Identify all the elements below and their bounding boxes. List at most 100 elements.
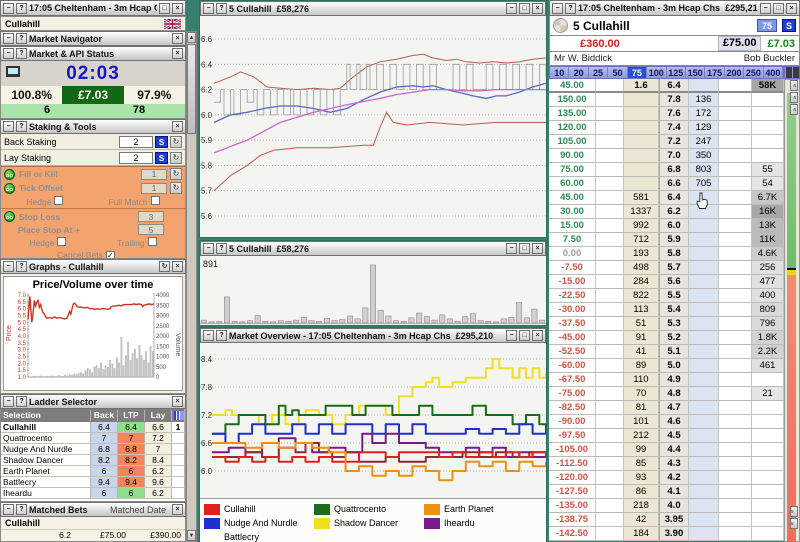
lay-amount-cell[interactable]: [689, 289, 719, 303]
back-amount-cell[interactable]: [624, 107, 659, 121]
matched-date-label[interactable]: Matched Date: [110, 505, 166, 515]
lay-amount-cell[interactable]: [689, 415, 719, 429]
lay-amount-cell[interactable]: [689, 219, 719, 233]
lay-amount-cell[interactable]: [689, 205, 719, 219]
tick-offset-input[interactable]: [141, 183, 167, 194]
back-amount-cell[interactable]: [624, 93, 659, 107]
spacer-cell[interactable]: [719, 191, 752, 205]
lay-amount-cell[interactable]: [689, 359, 719, 373]
lay-amount-cell[interactable]: [689, 471, 719, 485]
lay-amount-cell[interactable]: [689, 401, 719, 415]
header-back[interactable]: Back: [91, 410, 118, 421]
back-amount-cell[interactable]: 212: [624, 429, 659, 443]
minimize-icon[interactable]: −: [203, 330, 214, 341]
header-ltp[interactable]: LTP: [118, 410, 145, 421]
spacer-cell[interactable]: [719, 485, 752, 499]
lay-amount-cell[interactable]: [689, 79, 719, 93]
stake-button-125[interactable]: 125: [667, 67, 686, 78]
stop-loss-go-icon[interactable]: GO: [4, 211, 15, 222]
back-amount-cell[interactable]: [624, 163, 659, 177]
spacer-cell[interactable]: [596, 513, 624, 527]
lay-amount-cell[interactable]: [689, 373, 719, 387]
minimize-icon[interactable]: −: [3, 48, 14, 59]
restore-icon[interactable]: □: [159, 3, 170, 14]
spacer-cell[interactable]: [596, 303, 624, 317]
lay-amount-cell[interactable]: [689, 443, 719, 457]
stake-badge[interactable]: 75: [757, 19, 777, 32]
selector-row-iheardu[interactable]: Iheardu666.2: [1, 488, 185, 499]
lay-price-cell[interactable]: 7.2: [145, 433, 172, 443]
close-icon[interactable]: ×: [532, 243, 543, 254]
stake-config-icon[interactable]: [793, 67, 799, 78]
spacer-cell[interactable]: [719, 429, 752, 443]
minimize-icon[interactable]: −: [506, 330, 517, 341]
spacer-cell[interactable]: [719, 527, 752, 541]
minimize-icon[interactable]: −: [506, 243, 517, 254]
lay-price-cell[interactable]: 6.6: [145, 422, 172, 432]
back-price-cell[interactable]: 8.2: [91, 455, 118, 465]
cancel-bets-checkbox[interactable]: ✓: [106, 251, 115, 260]
spacer-cell[interactable]: [719, 387, 752, 401]
back-amount-cell[interactable]: 1.6: [624, 79, 659, 93]
stake-button-20[interactable]: 20: [569, 67, 588, 78]
selector-row-nudge-and-nurdle[interactable]: Nudge And Nurdle6.86.87: [1, 444, 185, 455]
lay-amount-cell[interactable]: [689, 317, 719, 331]
spacer-cell[interactable]: [719, 219, 752, 233]
spacer-cell[interactable]: [719, 135, 752, 149]
ladder-scroll-top-icon[interactable]: «: [790, 80, 798, 91]
back-amount-cell[interactable]: 113: [624, 303, 659, 317]
runner-name-cell[interactable]: Shadow Dancer: [1, 455, 91, 465]
spacer-cell[interactable]: [596, 289, 624, 303]
back-amount-cell[interactable]: 184: [624, 527, 659, 541]
spacer-cell[interactable]: [719, 457, 752, 471]
help-icon[interactable]: ?: [216, 3, 227, 14]
spacer-cell[interactable]: [596, 93, 624, 107]
back-amount-cell[interactable]: 89: [624, 359, 659, 373]
close-icon[interactable]: ×: [172, 121, 183, 132]
back-amount-cell[interactable]: 70: [624, 387, 659, 401]
close-icon[interactable]: ×: [172, 3, 183, 14]
restore-icon[interactable]: □: [519, 243, 530, 254]
runner-name-cell[interactable]: Quattrocento: [1, 433, 91, 443]
staking-mode-badge[interactable]: S: [782, 19, 796, 32]
close-icon[interactable]: ×: [532, 330, 543, 341]
place-stop-input[interactable]: [138, 224, 164, 235]
back-amount-cell[interactable]: [624, 177, 659, 191]
tick-offset-go-icon[interactable]: GO: [4, 183, 15, 194]
lay-amount-cell[interactable]: [689, 247, 719, 261]
trailing-checkbox[interactable]: [148, 237, 157, 246]
help-icon[interactable]: ?: [16, 121, 27, 132]
minimize-icon[interactable]: −: [3, 504, 14, 515]
spacer-cell[interactable]: [596, 79, 624, 93]
lay-price-cell[interactable]: 6.2: [145, 488, 172, 498]
spacer-cell[interactable]: [596, 373, 624, 387]
lay-amount-cell[interactable]: [689, 303, 719, 317]
spacer-cell[interactable]: [596, 429, 624, 443]
back-amount-cell[interactable]: 51: [624, 317, 659, 331]
lay-price-cell[interactable]: 9.6: [145, 477, 172, 487]
close-icon[interactable]: ×: [172, 396, 183, 407]
spacer-cell[interactable]: [596, 331, 624, 345]
spacer-cell[interactable]: [719, 93, 752, 107]
help-icon[interactable]: ?: [16, 261, 27, 272]
minimize-icon[interactable]: −: [203, 3, 214, 14]
back-amount-cell[interactable]: 110: [624, 373, 659, 387]
selector-row-shadow-dancer[interactable]: Shadow Dancer8.28.28.4: [1, 455, 185, 466]
lay-amount-cell[interactable]: [689, 387, 719, 401]
back-amount-cell[interactable]: 218: [624, 499, 659, 513]
spacer-cell[interactable]: [719, 345, 752, 359]
spacer-cell[interactable]: [719, 163, 752, 177]
close-icon[interactable]: ×: [172, 504, 183, 515]
spacer-cell[interactable]: [719, 121, 752, 135]
hedge-checkbox[interactable]: [54, 196, 63, 205]
spacer-cell[interactable]: [596, 275, 624, 289]
minimize-icon[interactable]: −: [3, 3, 14, 14]
lay-amount-cell[interactable]: 172: [689, 107, 719, 121]
back-amount-cell[interactable]: 992: [624, 219, 659, 233]
restore-icon[interactable]: □: [519, 330, 530, 341]
stake-button-175[interactable]: 175: [705, 67, 724, 78]
spacer-cell[interactable]: [719, 107, 752, 121]
back-price-cell[interactable]: 7: [91, 433, 118, 443]
minimize-icon[interactable]: −: [552, 3, 563, 14]
stake-button-25[interactable]: 25: [589, 67, 608, 78]
